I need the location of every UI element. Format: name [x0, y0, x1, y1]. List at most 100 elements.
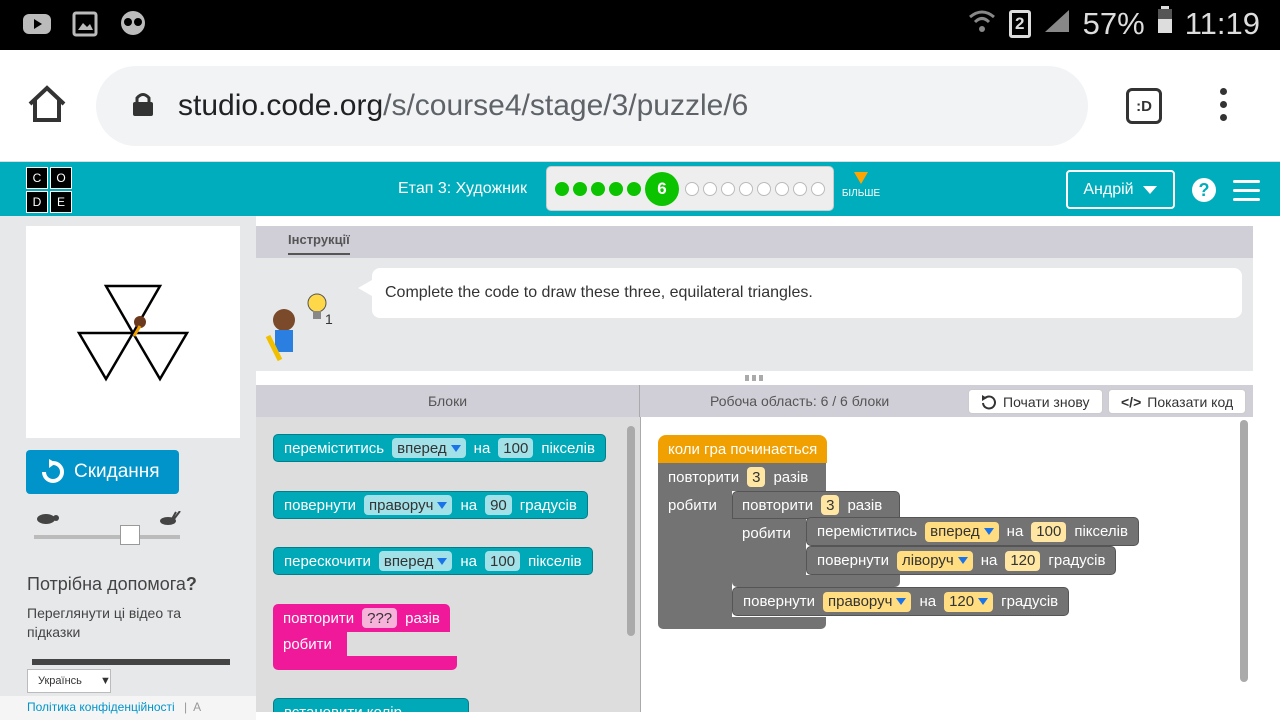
block-text: на [460, 496, 478, 514]
block-text: разів [773, 468, 809, 486]
start-over-label: Почати знову [1003, 393, 1090, 410]
outer-repeat-do: робити [658, 491, 727, 519]
url-path: /s/course4/stage/3/puzzle/6 [383, 89, 749, 122]
number-field[interactable]: 90 [485, 495, 512, 515]
level-dot-done[interactable] [609, 181, 623, 196]
toolbox-scrollbar[interactable] [627, 426, 635, 636]
code-logo[interactable]: C O D E [26, 167, 72, 213]
dropdown-value: праворуч [368, 496, 434, 514]
workspace-scrollbar[interactable] [1240, 420, 1248, 682]
select-arrow-icon: ▼ [100, 675, 111, 687]
address-bar[interactable]: studio.code.org/s/course4/stage/3/puzzle… [96, 66, 1088, 146]
privacy-link[interactable]: Політика конфіденційності [27, 700, 175, 714]
logo-letter: C [26, 167, 48, 189]
direction-dropdown[interactable]: вперед [392, 438, 466, 458]
tab-switcher-button[interactable]: :D [1126, 88, 1162, 124]
start-over-button[interactable]: Почати знову [968, 389, 1103, 414]
app-skull-icon [118, 10, 148, 38]
tab-instructions[interactable]: Інструкції [288, 232, 350, 255]
level-dot-todo[interactable] [739, 181, 753, 196]
home-icon[interactable] [26, 84, 68, 129]
help-icon[interactable]: ? [1192, 178, 1216, 202]
level-dot-todo[interactable] [757, 181, 771, 196]
resize-handle[interactable] [745, 375, 765, 381]
level-dot-todo[interactable] [775, 181, 789, 196]
level-dot-todo[interactable] [793, 181, 807, 196]
more-levels-button[interactable]: БІЛЬШЕ [840, 172, 882, 199]
level-dot-done[interactable] [591, 181, 605, 196]
url-domain: studio.code.org [178, 89, 384, 122]
instructions-panel: Інструкції 1 Complete the code to draw t… [256, 226, 1253, 371]
direction-dropdown[interactable]: ліворуч [896, 550, 973, 571]
number-field[interactable]: 100 [498, 438, 534, 458]
dropdown-arrow-icon [983, 528, 994, 535]
number-field[interactable]: 3 [747, 467, 766, 487]
number-dropdown[interactable]: 120 [944, 591, 994, 612]
toolbox-jump-block[interactable]: перескочити вперед на 100 пікселів [273, 547, 593, 575]
hint-lightbulb-icon[interactable]: 1 [304, 292, 334, 331]
slider-track [34, 535, 180, 539]
hamburger-menu-icon[interactable] [1233, 180, 1260, 207]
level-dot-todo[interactable] [811, 181, 825, 196]
direction-dropdown[interactable]: вперед [925, 521, 999, 542]
logo-letter: E [50, 191, 72, 213]
block-text: повернути [817, 552, 889, 569]
show-code-button[interactable]: </> Показати код [1108, 389, 1247, 414]
dropdown-arrow-icon [437, 557, 448, 565]
turn-left-block[interactable]: повернути ліворуч на 120 градусів [806, 546, 1117, 575]
footer-more-link[interactable]: A [193, 700, 201, 714]
video-thumbnails[interactable] [32, 659, 230, 665]
drawing-canvas [26, 226, 240, 438]
number-field[interactable]: 100 [485, 551, 521, 571]
artist-avatar-icon [264, 306, 304, 367]
toolbox-move-block[interactable]: переміститись вперед на 100 пікселів [273, 434, 606, 462]
left-panel: Скидання Потрібна допомога? Переглянути … [0, 216, 256, 720]
language-select[interactable]: Українсь ▼ [27, 669, 111, 693]
stage-title[interactable]: Етап 3: Художник [398, 180, 527, 198]
blocks-header: Блоки [256, 385, 640, 417]
repeat-footer [273, 656, 457, 670]
direction-dropdown[interactable]: вперед [378, 551, 453, 571]
number-field[interactable]: 100 [1031, 521, 1067, 542]
block-text: на [1006, 523, 1024, 540]
toolbox-turn-block[interactable]: повернути праворуч на 90 градусів [273, 491, 588, 519]
level-dot-todo[interactable] [685, 181, 699, 196]
block-text: на [460, 552, 478, 570]
move-forward-block[interactable]: переміститись вперед на 100 пікселів [806, 517, 1139, 546]
speed-slider[interactable] [34, 511, 181, 545]
level-dot-done[interactable] [627, 181, 641, 196]
url-text[interactable]: studio.code.org/s/course4/stage/3/puzzle… [178, 89, 748, 123]
turn-right-block[interactable]: повернути праворуч на 120 градусів [732, 587, 1070, 616]
when-run-block[interactable]: коли гра починається [658, 435, 828, 463]
direction-dropdown[interactable]: праворуч [822, 591, 912, 612]
level-dot-todo[interactable] [721, 181, 735, 196]
user-menu-button[interactable]: Андрій [1066, 170, 1175, 209]
dropdown-arrow-icon [437, 501, 448, 509]
repeat-slot [347, 634, 457, 656]
show-code-label: Показати код [1147, 393, 1234, 410]
more-menu-icon[interactable] [1220, 88, 1228, 127]
logo-letter: D [26, 191, 48, 213]
block-text: коли гра починається [668, 440, 818, 458]
browser-toolbar: studio.code.org/s/course4/stage/3/puzzle… [0, 50, 1280, 162]
dropdown-value: вперед [397, 439, 447, 457]
level-dot-current[interactable]: 6 [645, 171, 679, 206]
level-dot-done[interactable] [573, 181, 587, 196]
toolbox-color-block[interactable]: встановити колір [273, 698, 469, 712]
undo-icon [982, 394, 996, 409]
chevron-down-icon [1142, 185, 1157, 194]
level-dot-done[interactable] [555, 181, 569, 196]
block-text: повернути [743, 593, 815, 610]
level-dot-todo[interactable] [703, 181, 717, 196]
block-text: повернути [284, 496, 356, 514]
slider-thumb[interactable] [120, 525, 140, 545]
reset-button[interactable]: Скидання [26, 450, 179, 494]
number-field[interactable]: 3 [821, 495, 840, 515]
direction-dropdown[interactable]: праворуч [363, 495, 453, 515]
number-field[interactable]: ??? [362, 608, 398, 628]
user-name: Андрій [1083, 180, 1134, 198]
sim-icon: 2 [1008, 10, 1031, 38]
logo-letter: O [50, 167, 72, 189]
number-field[interactable]: 120 [1005, 550, 1041, 571]
block-text: повторити [742, 496, 814, 514]
